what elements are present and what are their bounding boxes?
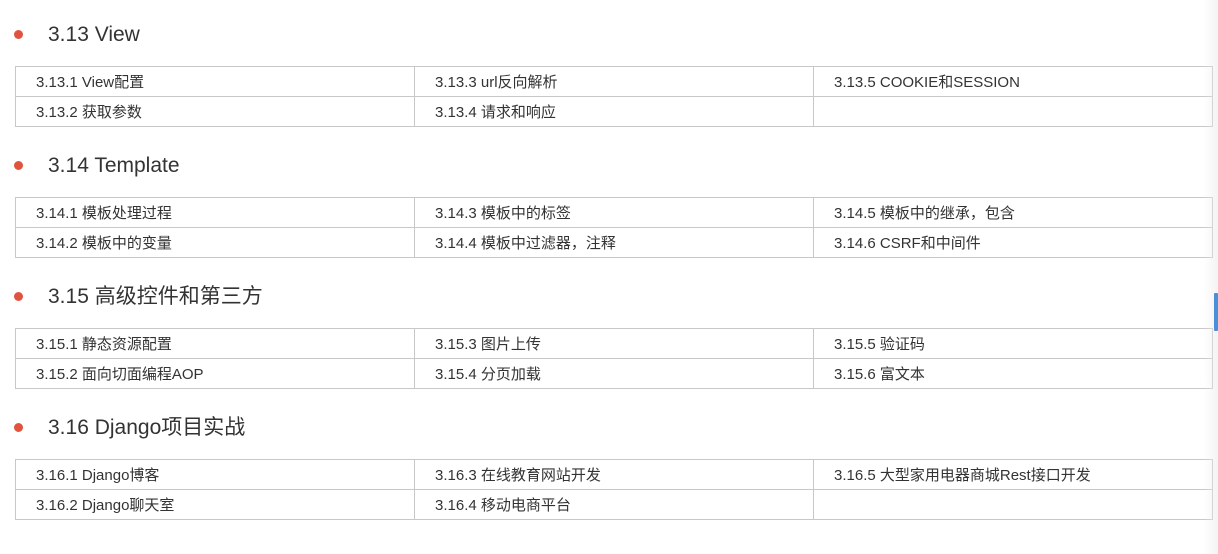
empty-cell xyxy=(813,96,1213,127)
bullet-icon xyxy=(14,423,23,432)
bullet-icon xyxy=(14,161,23,170)
topic-grid: 3.14.1 模板处理过程 3.14.3 模板中的标签 3.14.5 模板中的继… xyxy=(15,197,1213,258)
topic-grid: 3.15.1 静态资源配置 3.15.3 图片上传 3.15.5 验证码 3.1… xyxy=(15,328,1213,389)
scroll-indicator[interactable] xyxy=(1214,293,1218,331)
table-row: 3.13.1 View配置 3.13.3 url反向解析 3.13.5 COOK… xyxy=(15,66,1213,97)
empty-cell xyxy=(813,489,1213,520)
topic-cell[interactable]: 3.13.1 View配置 xyxy=(15,66,415,97)
topic-cell[interactable]: 3.15.4 分页加载 xyxy=(414,358,814,389)
topic-cell[interactable]: 3.14.4 模板中过滤器，注释 xyxy=(414,227,814,258)
topic-cell[interactable]: 3.16.5 大型家用电器商城Rest接口开发 xyxy=(813,459,1213,490)
section-title: 3.15 高级控件和第三方 xyxy=(48,285,263,308)
topic-cell[interactable]: 3.13.3 url反向解析 xyxy=(414,66,814,97)
topic-cell[interactable]: 3.14.3 模板中的标签 xyxy=(414,197,814,228)
table-row: 3.15.2 面向切面编程AOP 3.15.4 分页加载 3.15.6 富文本 xyxy=(15,358,1213,389)
topic-grid: 3.16.1 Django博客 3.16.3 在线教育网站开发 3.16.5 大… xyxy=(15,459,1213,520)
bullet-icon xyxy=(14,292,23,301)
section-heading: 3.15 高级控件和第三方 xyxy=(0,280,800,314)
section-title: 3.13 View xyxy=(48,23,140,46)
section-heading: 3.13 View xyxy=(0,18,800,52)
table-row: 3.14.1 模板处理过程 3.14.3 模板中的标签 3.14.5 模板中的继… xyxy=(15,197,1213,228)
topic-cell[interactable]: 3.15.1 静态资源配置 xyxy=(15,328,415,359)
topic-grid: 3.13.1 View配置 3.13.3 url反向解析 3.13.5 COOK… xyxy=(15,66,1213,127)
topic-cell[interactable]: 3.13.4 请求和响应 xyxy=(414,96,814,127)
topic-cell[interactable]: 3.15.3 图片上传 xyxy=(414,328,814,359)
right-edge-shadow xyxy=(1204,0,1218,554)
topic-cell[interactable]: 3.16.2 Django聊天室 xyxy=(15,489,415,520)
topic-cell[interactable]: 3.14.1 模板处理过程 xyxy=(15,197,415,228)
topic-cell[interactable]: 3.14.5 模板中的继承，包含 xyxy=(813,197,1213,228)
section-heading: 3.16 Django项目实战 xyxy=(0,411,800,445)
topic-cell[interactable]: 3.16.1 Django博客 xyxy=(15,459,415,490)
topic-cell[interactable]: 3.15.6 富文本 xyxy=(813,358,1213,389)
topic-cell[interactable]: 3.14.2 模板中的变量 xyxy=(15,227,415,258)
table-row: 3.16.2 Django聊天室 3.16.4 移动电商平台 xyxy=(15,489,1213,520)
topic-cell[interactable]: 3.16.4 移动电商平台 xyxy=(414,489,814,520)
table-row: 3.14.2 模板中的变量 3.14.4 模板中过滤器，注释 3.14.6 CS… xyxy=(15,227,1213,258)
table-row: 3.15.1 静态资源配置 3.15.3 图片上传 3.15.5 验证码 xyxy=(15,328,1213,359)
topic-cell[interactable]: 3.16.3 在线教育网站开发 xyxy=(414,459,814,490)
section-title: 3.16 Django项目实战 xyxy=(48,416,246,439)
topic-cell[interactable]: 3.15.2 面向切面编程AOP xyxy=(15,358,415,389)
course-outline-page: 3.13 View 3.13.1 View配置 3.13.3 url反向解析 3… xyxy=(0,0,1218,554)
table-row: 3.16.1 Django博客 3.16.3 在线教育网站开发 3.16.5 大… xyxy=(15,459,1213,490)
table-row: 3.13.2 获取参数 3.13.4 请求和响应 xyxy=(15,96,1213,127)
topic-cell[interactable]: 3.15.5 验证码 xyxy=(813,328,1213,359)
section-heading: 3.14 Template xyxy=(0,149,800,183)
topic-cell[interactable]: 3.13.2 获取参数 xyxy=(15,96,415,127)
bullet-icon xyxy=(14,30,23,39)
section-title: 3.14 Template xyxy=(48,154,180,177)
topic-cell[interactable]: 3.13.5 COOKIE和SESSION xyxy=(813,66,1213,97)
topic-cell[interactable]: 3.14.6 CSRF和中间件 xyxy=(813,227,1213,258)
